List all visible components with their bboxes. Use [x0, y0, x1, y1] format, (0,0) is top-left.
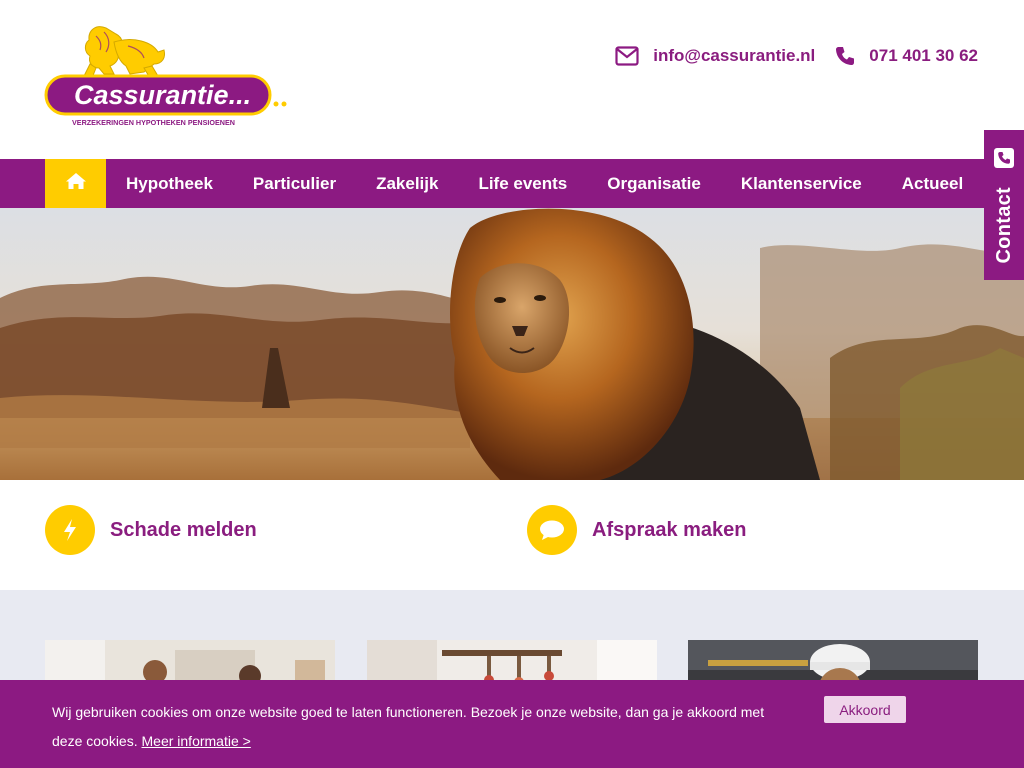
- envelope-icon: [615, 46, 639, 66]
- lightning-icon: [45, 505, 95, 555]
- phone-link[interactable]: 071 401 30 62: [835, 46, 978, 66]
- brand-tagline: VERZEKERINGEN HYPOTHEKEN PENSIOENEN: [72, 118, 235, 127]
- nav-home[interactable]: [45, 159, 106, 208]
- cookie-accept-button[interactable]: Akkoord: [824, 696, 906, 723]
- afspraak-maken-label: Afspraak maken: [592, 518, 747, 541]
- schade-melden-label: Schade melden: [110, 518, 257, 541]
- email-link[interactable]: info@cassurantie.nl: [615, 46, 815, 66]
- nav-item-particulier[interactable]: Particulier: [233, 159, 356, 208]
- nav-item-actueel[interactable]: Actueel: [882, 159, 983, 208]
- nav-item-klantenservice[interactable]: Klantenservice: [721, 159, 882, 208]
- cookie-bar: Wij gebruiken cookies om onze website go…: [0, 680, 1024, 768]
- nav-item-hypotheek[interactable]: Hypotheek: [106, 159, 233, 208]
- cookie-more-link[interactable]: Meer informatie >: [142, 733, 251, 749]
- chat-bubble-icon: [527, 505, 577, 555]
- brand-name: Cassurantie...: [74, 80, 251, 110]
- side-contact-label: Contact: [992, 187, 1015, 264]
- email-text: info@cassurantie.nl: [653, 46, 816, 65]
- phone-square-icon: [994, 148, 1014, 173]
- phone-icon: [835, 46, 855, 66]
- phone-text: 071 401 30 62: [869, 46, 978, 65]
- header-contact: info@cassurantie.nl 071 401 30 62: [615, 46, 978, 66]
- logo[interactable]: Cassurantie... VERZEKERINGEN HYPOTHEKEN …: [44, 22, 289, 130]
- quick-actions: Schade melden Afspraak maken: [0, 480, 1024, 590]
- site-header: Cassurantie... VERZEKERINGEN HYPOTHEKEN …: [0, 0, 1024, 159]
- hero-image: [0, 208, 1024, 480]
- nav-item-life-events[interactable]: Life events: [458, 159, 587, 208]
- cookie-message: Wij gebruiken cookies om onze website go…: [52, 698, 772, 756]
- schade-melden-link[interactable]: Schade melden: [45, 505, 257, 555]
- side-contact-tab[interactable]: Contact: [984, 130, 1024, 280]
- home-icon: [65, 172, 87, 195]
- afspraak-maken-link[interactable]: Afspraak maken: [527, 505, 747, 555]
- main-nav: Hypotheek Particulier Zakelijk Life even…: [0, 159, 1024, 208]
- nav-item-organisatie[interactable]: Organisatie: [587, 159, 721, 208]
- nav-item-zakelijk[interactable]: Zakelijk: [356, 159, 458, 208]
